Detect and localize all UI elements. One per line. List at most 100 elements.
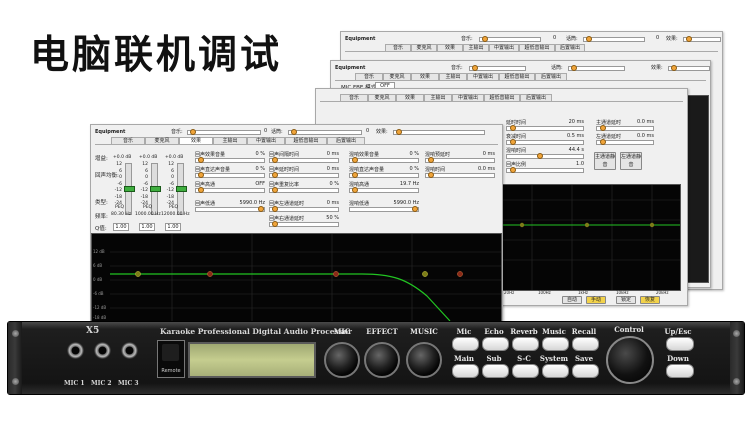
music-button[interactable] [542, 337, 569, 351]
tab-main-out[interactable]: 主输出 [463, 44, 489, 51]
band2-freq: 1000.00 Hz [135, 212, 161, 217]
main-button[interactable] [452, 364, 479, 378]
param-reverb-time[interactable]: 混响时间 44.4 s [506, 147, 584, 159]
tab-sub-out[interactable]: 超低音输出 [519, 44, 555, 51]
param-echo-lowpass[interactable]: 回声低通 5990.0 Hz [195, 200, 265, 212]
mic2-jack[interactable] [94, 342, 111, 359]
reverb-button[interactable] [512, 337, 539, 351]
tab-music[interactable]: 音乐 [340, 94, 368, 101]
param-reverb-lowpass[interactable]: 混响低通 5990.0 Hz [349, 200, 419, 212]
tab-music[interactable]: 音乐 [385, 44, 411, 51]
param-echo-repeat[interactable]: 回声重复比率 0 % [269, 181, 339, 193]
control-knob[interactable] [606, 336, 654, 384]
effect-slider[interactable] [683, 36, 721, 42]
up-esc-button[interactable] [666, 337, 694, 351]
mic-button[interactable] [452, 337, 479, 351]
band1-fader[interactable] [124, 163, 135, 215]
eq-point-2 [207, 271, 213, 277]
tab-center-out[interactable]: 中置输出 [452, 94, 484, 101]
music-slider[interactable] [187, 129, 261, 135]
system-button[interactable] [542, 364, 569, 378]
auto-button[interactable]: 自动 [562, 296, 582, 304]
band1-q[interactable]: 1.00 [113, 223, 129, 231]
tab-main-out[interactable]: 主输出 [439, 73, 467, 80]
tab-center-out[interactable]: 中置输出 [247, 137, 285, 144]
freq-label-1khz: 1kHz [578, 290, 588, 295]
param-echo-ratio[interactable]: 回声比例 1.0 [506, 161, 584, 173]
param-delay-time[interactable]: 延时时间 20 ms [506, 119, 584, 131]
tab-rear-out[interactable]: 后置输出 [327, 137, 365, 144]
tab-center-out[interactable]: 中置输出 [467, 73, 499, 80]
mic1-jack[interactable] [67, 342, 84, 359]
music-knob[interactable] [406, 342, 442, 378]
down-button[interactable] [666, 364, 694, 378]
param-echo-delay[interactable]: 回声延时时间 0 ms [269, 166, 339, 178]
sc-button[interactable] [512, 364, 539, 378]
music-slider[interactable] [479, 36, 541, 42]
param-echo-direct-volume[interactable]: 回声直达声音量 0 % [195, 166, 265, 178]
software-window-main: Equipment 音乐: 0 话筒: 0 效果: 音乐 麦克风 效果 主输出 … [90, 124, 503, 323]
param-reverb-highpass[interactable]: 混响高通 19.7 Hz [349, 181, 419, 193]
param-reverb-predelay[interactable]: 混响预延时 0 ms [425, 151, 495, 163]
tab-rear-out[interactable]: 后置输出 [535, 73, 567, 80]
db-label-m18: -18 dB [93, 315, 107, 320]
tab-mic[interactable]: 麦克风 [368, 94, 396, 101]
tab-music[interactable]: 音乐 [111, 137, 145, 144]
mic-slider[interactable] [583, 36, 645, 42]
tab-effect[interactable]: 效果 [179, 137, 213, 144]
effect-slider[interactable] [668, 65, 710, 71]
param-echo-effect-volume[interactable]: 回声效果音量 0 % [195, 151, 265, 163]
lock-button[interactable]: 锁定 [616, 296, 636, 304]
left-mute-button[interactable]: 左通道静音 [620, 152, 642, 170]
music-label: 音乐: [171, 129, 183, 135]
param-echo-interval[interactable]: 回声间隔时间 0 ms [269, 151, 339, 163]
param-echo-left-delay[interactable]: 回声左通道延时 0 ms [269, 200, 339, 212]
effect-label: 效果: [376, 129, 388, 135]
param-left-delay[interactable]: 左通道延时 0.0 ms [596, 133, 654, 145]
effect-slider[interactable] [393, 129, 485, 135]
save-button[interactable] [572, 364, 599, 378]
param-echo-right-delay[interactable]: 回声右通道延时 50 % [269, 215, 339, 227]
recall-button[interactable] [572, 337, 599, 351]
mic-slider[interactable] [288, 129, 362, 135]
sub-button[interactable] [482, 364, 509, 378]
band3-gain: +0.0 dB [165, 155, 184, 160]
music-label: 音乐: [451, 65, 463, 71]
db-label-m6: -6 dB [93, 291, 104, 296]
manual-button[interactable]: 手动 [586, 296, 606, 304]
tab-mic[interactable]: 麦克风 [383, 73, 411, 80]
tab-mic[interactable]: 麦克风 [145, 137, 179, 144]
tab-sub-out[interactable]: 超低音输出 [285, 137, 327, 144]
param-main-delay[interactable]: 主通道延时 0.0 ms [596, 119, 654, 131]
param-echo-highpass[interactable]: 回声高通 OFF [195, 181, 265, 193]
band3-scale: 12 6 0 -6 -12 -18 -24 [166, 162, 174, 206]
tab-music[interactable]: 音乐 [355, 73, 383, 80]
tab-mic[interactable]: 麦克风 [411, 44, 437, 51]
music-slider[interactable] [469, 65, 526, 71]
param-reverb-effect-volume[interactable]: 混响效果音量 0 % [349, 151, 419, 163]
tab-rear-out[interactable]: 后置输出 [520, 94, 552, 101]
tab-rear-out[interactable]: 后置输出 [555, 44, 585, 51]
band3-q[interactable]: 1.00 [165, 223, 181, 231]
mic-slider[interactable] [568, 65, 625, 71]
tab-effect[interactable]: 效果 [411, 73, 439, 80]
tab-effect[interactable]: 效果 [396, 94, 424, 101]
param-reverb-direct-volume[interactable]: 混响直达声音量 0 % [349, 166, 419, 178]
tab-effect[interactable]: 效果 [437, 44, 463, 51]
param-decay-time[interactable]: 衰减时间 0.5 ms [506, 133, 584, 145]
tab-bar: 音乐 麦克风 效果 主输出 中置输出 超低音输出 后置输出 [95, 137, 498, 145]
param-reverb-time[interactable]: 混响时间 0.0 ms [425, 166, 495, 178]
restore-button[interactable]: 恢复 [640, 296, 660, 304]
tab-sub-out[interactable]: 超低音输出 [499, 73, 535, 80]
band2-q[interactable]: 1.00 [139, 223, 155, 231]
type-label: 类型: [95, 200, 108, 206]
echo-button[interactable] [482, 337, 509, 351]
effect-knob[interactable] [364, 342, 400, 378]
tab-main-out[interactable]: 主输出 [213, 137, 247, 144]
mic-knob[interactable] [324, 342, 360, 378]
tab-sub-out[interactable]: 超低音输出 [484, 94, 520, 101]
main-mute-button[interactable]: 主通道静音 [594, 152, 616, 170]
tab-center-out[interactable]: 中置输出 [489, 44, 519, 51]
tab-main-out[interactable]: 主输出 [424, 94, 452, 101]
mic3-jack[interactable] [121, 342, 138, 359]
